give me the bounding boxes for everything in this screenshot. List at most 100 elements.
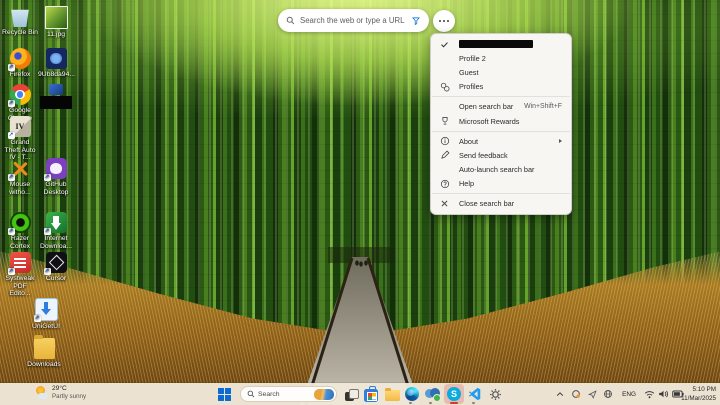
desktop-icon-ubuntu-file[interactable]: 9Ub8da94... xyxy=(38,48,76,79)
tray-volume[interactable] xyxy=(657,383,669,405)
help-icon xyxy=(440,179,459,189)
bing-filter-icon[interactable] xyxy=(411,16,421,26)
menu-item-shortcut: Win+Shift+F xyxy=(524,103,562,111)
desktop-icon-gta-iv[interactable]: IV ↗ Grand Theft Auto IV - T... xyxy=(2,116,38,162)
desktop-icon-razer-cortex[interactable]: ↗ Razer Cortex xyxy=(2,212,38,250)
shortcut-arrow-icon: ↗ xyxy=(43,174,51,181)
shortcut-arrow-icon: ↗ xyxy=(7,132,15,139)
microsoft-store-button[interactable] xyxy=(363,386,379,402)
speaker-icon xyxy=(658,390,668,398)
desktop-icon-unigetui[interactable]: ↗ UniGetUI xyxy=(28,298,64,331)
desktop-icon-mouse-without-borders[interactable]: ↗ Mouse witho... xyxy=(2,158,38,196)
desktop-icon-systweak-pdf[interactable]: ↗ Systweak PDF Edito... xyxy=(2,252,38,298)
clock-date: 11/Mar/2025 xyxy=(681,395,716,403)
close-icon xyxy=(440,199,459,208)
search-icon xyxy=(286,16,295,25)
tray-update-status[interactable] xyxy=(570,383,582,405)
desktop-icon-cursor[interactable]: ↗ Cursor xyxy=(38,252,74,283)
desktop-icon-image-file[interactable]: 11.jpg xyxy=(38,6,74,39)
tray-app-arrow[interactable] xyxy=(586,383,598,405)
submenu-arrow-icon xyxy=(559,139,562,144)
menu-item-label: Open search bar xyxy=(459,102,514,112)
menu-separator xyxy=(432,130,570,132)
search-icon xyxy=(247,390,255,398)
gear-icon xyxy=(489,388,501,400)
menu-item-send-feedback[interactable]: Send feedback xyxy=(431,148,571,162)
file-explorer-button[interactable] xyxy=(384,386,400,402)
weather-widget[interactable]: 29°C Partly sunny xyxy=(36,385,86,401)
shortcut-arrow-icon: ↗ xyxy=(7,64,15,71)
menu-item-label: Close search bar xyxy=(459,199,515,209)
desktop-icon-downloads[interactable]: Downloads xyxy=(26,335,62,369)
desktop-icon-redacted[interactable] xyxy=(38,84,74,109)
desktop-icon-label: 11.jpg xyxy=(46,31,65,38)
menu-separator xyxy=(432,193,570,195)
desktop-icon-label: Systweak PDF Edito... xyxy=(5,275,35,298)
taskbar-search-box[interactable]: Search xyxy=(240,386,337,402)
mouse-without-borders-icon: ↗ xyxy=(7,158,31,181)
taskbar-search-placeholder: Search xyxy=(258,390,280,398)
menu-item-profile-2[interactable]: Profile 2 xyxy=(431,51,571,65)
search-bar-more-button[interactable] xyxy=(433,10,455,32)
search-bar-context-menu: Profile 2 Guest Profiles Open search bar… xyxy=(430,33,572,216)
desktop-icon-label: Cursor xyxy=(45,275,67,282)
desktop-icon-label: 9Ub8da94... xyxy=(38,71,76,78)
task-view-button[interactable] xyxy=(343,386,359,402)
desktop-icon-label: Recycle Bin xyxy=(2,29,38,36)
tray-show-hidden-icons[interactable] xyxy=(554,383,566,405)
menu-item-open-search-bar[interactable]: Open search bar Win+Shift+F xyxy=(431,100,571,114)
skype-button[interactable]: S xyxy=(444,384,464,404)
menu-item-guest[interactable]: Guest xyxy=(431,65,571,79)
teams-chat-button[interactable] xyxy=(424,386,441,402)
ubuntu-file-icon xyxy=(45,48,67,69)
menu-separator xyxy=(432,96,570,98)
status-circle-icon xyxy=(572,390,580,398)
desktop-icon-label: UniGetUI xyxy=(32,323,60,330)
edge-search-bar[interactable]: Search the web or type a URL xyxy=(278,9,429,32)
open-app-indicator xyxy=(429,402,432,404)
vscode-icon xyxy=(468,387,481,401)
menu-item-label: Guest xyxy=(459,67,479,77)
desktop-icon-github-desktop[interactable]: ↗ GitHub Desktop xyxy=(38,158,74,196)
menu-item-auto-launch-search-bar[interactable]: Auto-launch search bar xyxy=(431,163,571,177)
cursor-icon: ↗ xyxy=(43,252,67,275)
menu-item-help[interactable]: Help xyxy=(431,177,571,191)
tray-wifi[interactable] xyxy=(643,383,655,405)
gta-glyph: IV xyxy=(15,122,25,131)
clock-time: 5:10 PM xyxy=(692,386,716,393)
idm-icon: ↗ xyxy=(43,212,67,235)
settings-button[interactable] xyxy=(487,386,503,402)
microsoft-store-icon xyxy=(364,386,378,402)
menu-item-label: About xyxy=(459,136,479,146)
recycle-bin-icon xyxy=(11,9,29,27)
shortcut-arrow-icon: ↗ xyxy=(43,268,51,275)
desktop-icon-firefox[interactable]: ↗ Firefox xyxy=(2,48,38,79)
menu-item-profiles[interactable]: Profiles xyxy=(431,80,571,94)
desktop-icon-recycle-bin[interactable]: Recycle Bin xyxy=(2,6,38,37)
menu-item-close-search-bar[interactable]: Close search bar xyxy=(431,197,571,211)
clock[interactable]: 5:10 PM 11/Mar/2025 xyxy=(681,385,716,404)
tray-language-indicator[interactable]: ENG xyxy=(618,383,640,405)
open-app-indicator xyxy=(472,402,475,404)
chrome-icon: ↗ xyxy=(7,84,31,107)
start-button[interactable] xyxy=(216,386,232,402)
menu-item-microsoft-rewards[interactable]: Microsoft Rewards xyxy=(431,114,571,128)
edge-button[interactable] xyxy=(404,386,420,402)
weather-condition: Partly sunny xyxy=(52,393,87,401)
tray-network-app[interactable] xyxy=(602,383,614,405)
menu-item-current-profile[interactable] xyxy=(431,37,571,51)
desktop-icon-idm[interactable]: ↗ Internet Downloa... xyxy=(38,212,74,250)
desktop-icon-label: Mouse witho... xyxy=(9,181,31,196)
gta-iv-icon: IV ↗ xyxy=(7,116,31,139)
globe-icon xyxy=(604,390,612,398)
shortcut-arrow-icon: ↗ xyxy=(33,315,41,322)
unigetui-icon: ↗ xyxy=(33,298,58,322)
paper-plane-icon xyxy=(587,389,597,399)
ellipsis-icon xyxy=(438,19,441,23)
search-highlight-image xyxy=(314,388,334,400)
edge-icon xyxy=(405,387,419,401)
shortcut-arrow-icon: ↗ xyxy=(7,174,15,181)
vscode-button[interactable] xyxy=(467,386,483,402)
wifi-icon xyxy=(644,390,654,398)
menu-item-about[interactable]: About xyxy=(431,134,571,148)
